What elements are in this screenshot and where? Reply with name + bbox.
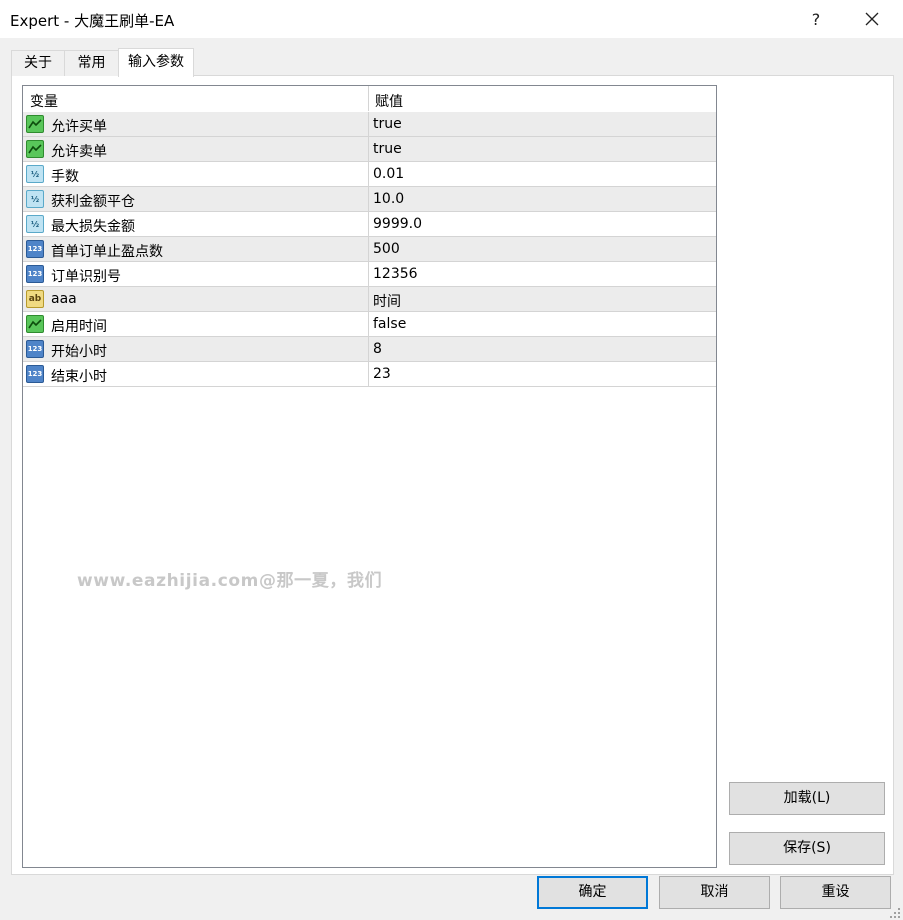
integer-icon: 123: [26, 365, 44, 383]
grid-header: 变量 赋值: [23, 86, 716, 111]
bool-icon: [26, 115, 44, 133]
param-name: 手数: [51, 169, 79, 185]
close-icon: [865, 12, 879, 26]
integer-icon: 123: [26, 265, 44, 283]
param-value[interactable]: false: [373, 316, 406, 332]
cancel-button[interactable]: 取消: [659, 876, 770, 909]
string-icon: ab: [26, 290, 44, 308]
resize-grip-icon[interactable]: [890, 908, 901, 919]
table-row[interactable]: ½ 手数 0.01: [23, 162, 716, 187]
reset-button[interactable]: 重设: [780, 876, 891, 909]
param-name: 允许卖单: [51, 144, 107, 160]
table-row[interactable]: 123 结束小时 23: [23, 362, 716, 387]
integer-icon: 123: [26, 240, 44, 258]
load-button[interactable]: 加载(L): [729, 782, 885, 815]
watermark: www.eazhijia.com@那一夏，我们: [77, 571, 383, 591]
tab-about[interactable]: 关于: [11, 50, 65, 76]
help-button[interactable]: ?: [796, 5, 836, 33]
table-row[interactable]: 允许卖单 true: [23, 137, 716, 162]
param-name: 订单识别号: [51, 269, 121, 285]
param-value[interactable]: 23: [373, 366, 391, 382]
tab-common[interactable]: 常用: [64, 50, 119, 76]
integer-icon: 123: [26, 340, 44, 358]
param-value[interactable]: 8: [373, 341, 382, 357]
param-value[interactable]: 10.0: [373, 191, 404, 207]
param-name: aaa: [51, 291, 77, 307]
ok-button[interactable]: 确定: [537, 876, 648, 909]
double-icon: ½: [26, 190, 44, 208]
param-name: 允许买单: [51, 119, 107, 135]
table-row[interactable]: ½ 最大损失金额 9999.0: [23, 212, 716, 237]
param-value[interactable]: 时间: [373, 291, 401, 311]
param-name: 结束小时: [51, 369, 107, 385]
param-value[interactable]: 12356: [373, 266, 418, 282]
param-value[interactable]: 0.01: [373, 166, 404, 182]
table-row[interactable]: ½ 获利金额平仓 10.0: [23, 187, 716, 212]
tab-inputs[interactable]: 输入参数: [118, 48, 194, 77]
double-icon: ½: [26, 215, 44, 233]
double-icon: ½: [26, 165, 44, 183]
bool-icon: [26, 140, 44, 158]
param-value[interactable]: true: [373, 116, 402, 132]
param-name: 开始小时: [51, 344, 107, 360]
column-header-value[interactable]: 赋值: [375, 91, 403, 111]
param-name: 获利金额平仓: [51, 194, 135, 210]
save-button[interactable]: 保存(S): [729, 832, 885, 865]
table-row[interactable]: 123 开始小时 8: [23, 337, 716, 362]
bool-icon: [26, 315, 44, 333]
column-header-variable[interactable]: 变量: [30, 91, 58, 111]
param-value[interactable]: 9999.0: [373, 216, 422, 232]
param-name: 最大损失金额: [51, 219, 135, 235]
table-row[interactable]: 123 订单识别号 12356: [23, 262, 716, 287]
window-title: Expert - 大魔王刷单-EA: [10, 12, 175, 30]
table-row[interactable]: 123 首单订单止盈点数 500: [23, 237, 716, 262]
close-button[interactable]: [852, 5, 892, 33]
param-value[interactable]: 500: [373, 241, 400, 257]
table-row[interactable]: 启用时间 false: [23, 312, 716, 337]
title-bar: Expert - 大魔王刷单-EA ?: [0, 0, 903, 38]
param-name: 首单订单止盈点数: [51, 244, 163, 260]
table-row[interactable]: ab aaa 时间: [23, 287, 716, 312]
param-name: 启用时间: [51, 319, 107, 335]
table-row[interactable]: 允许买单 true: [23, 112, 716, 137]
parameters-grid[interactable]: 变量 赋值 允许买单 true 允许卖单 true ½ 手数 0.01 ½ 获利…: [22, 85, 717, 868]
param-value[interactable]: true: [373, 141, 402, 157]
